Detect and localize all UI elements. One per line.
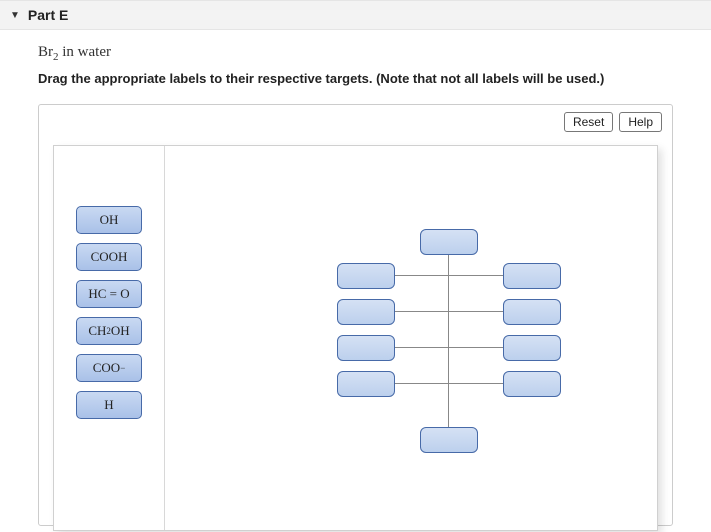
label-source-column: OH COOH HC = O CH2OH COO− H <box>54 146 165 530</box>
prompt-area: Br2 in water Drag the appropriate labels… <box>0 30 711 94</box>
help-button[interactable]: Help <box>619 112 662 132</box>
drop-slot-left-4[interactable] <box>337 371 395 397</box>
reagent-base: Br <box>38 44 53 60</box>
drag-label-ch2oh[interactable]: CH2OH <box>76 317 142 345</box>
drop-slot-left-1[interactable] <box>337 263 395 289</box>
drag-label-h[interactable]: H <box>76 391 142 419</box>
structure-bond <box>395 347 503 348</box>
drop-slot-left-2[interactable] <box>337 299 395 325</box>
instruction-text: Drag the appropriate labels to their res… <box>38 71 683 86</box>
drop-slot-right-1[interactable] <box>503 263 561 289</box>
structure-bond <box>395 383 503 384</box>
structure-backbone <box>448 243 449 439</box>
part-title: Part E <box>28 7 68 23</box>
drop-slot-top[interactable] <box>420 229 478 255</box>
structure-bond <box>395 275 503 276</box>
drag-label-hco[interactable]: HC = O <box>76 280 142 308</box>
drop-slot-right-3[interactable] <box>503 335 561 361</box>
drop-slot-left-3[interactable] <box>337 335 395 361</box>
drag-drop-panel: OH COOH HC = O CH2OH COO− H <box>53 145 658 531</box>
reagent-text: Br2 in water <box>38 44 683 63</box>
part-header[interactable]: ▼ Part E <box>0 0 711 30</box>
structure-bond <box>395 311 503 312</box>
drag-label-oh[interactable]: OH <box>76 206 142 234</box>
drag-label-coo-minus[interactable]: COO− <box>76 354 142 382</box>
structure-area <box>165 146 657 530</box>
drop-slot-bottom[interactable] <box>420 427 478 453</box>
reagent-tail: in water <box>59 44 111 60</box>
drop-slot-right-4[interactable] <box>503 371 561 397</box>
workspace: Reset Help OH COOH HC = O CH2OH COO− H <box>38 104 673 526</box>
reset-button[interactable]: Reset <box>564 112 613 132</box>
drop-slot-right-2[interactable] <box>503 299 561 325</box>
top-controls: Reset Help <box>564 112 662 132</box>
drag-label-cooh[interactable]: COOH <box>76 243 142 271</box>
fischer-structure <box>335 221 565 471</box>
collapse-triangle-icon[interactable]: ▼ <box>10 10 20 21</box>
